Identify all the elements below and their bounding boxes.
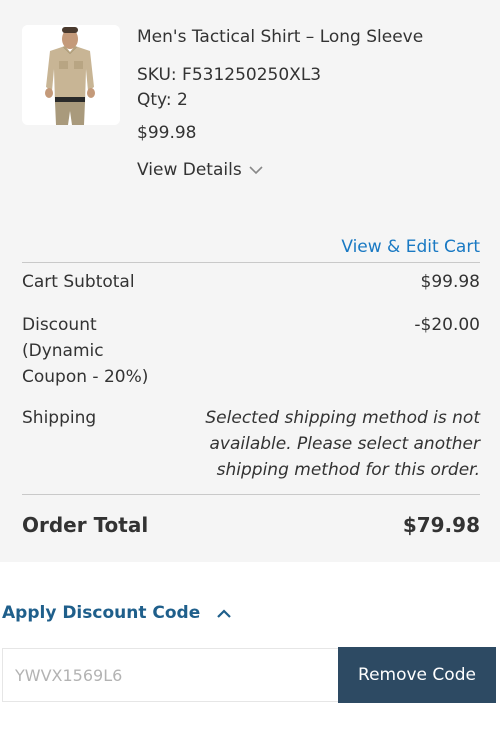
product-price: $99.98 <box>137 123 197 143</box>
chevron-down-icon <box>249 165 263 174</box>
shirt-photo-icon <box>22 25 120 125</box>
shipping-message: Selected shipping method is not availabl… <box>205 408 480 480</box>
shipping-label: Shipping <box>22 408 97 428</box>
order-total-value: $79.98 <box>402 513 480 537</box>
divider <box>22 494 480 495</box>
divider <box>22 262 480 263</box>
order-total-label: Order Total <box>22 513 149 537</box>
chevron-up-icon <box>217 608 232 618</box>
subtotal-value: $99.98 <box>420 272 480 292</box>
apply-discount-label: Apply Discount Code <box>2 603 201 623</box>
discount-value: -$20.00 <box>414 315 480 335</box>
product-qty: Qty: 2 <box>137 90 188 110</box>
view-edit-cart-link[interactable]: View & Edit Cart <box>341 237 480 257</box>
discount-label: Discount (Dynamic Coupon - 20%) <box>22 315 149 387</box>
product-name[interactable]: Men's Tactical Shirt – Long Sleeve <box>137 27 423 47</box>
view-details-label: View Details <box>137 160 242 180</box>
discount-code-input[interactable] <box>2 648 338 702</box>
subtotal-label: Cart Subtotal <box>22 272 135 292</box>
view-details-toggle[interactable]: View Details <box>137 160 263 180</box>
remove-code-button[interactable]: Remove Code <box>338 647 496 703</box>
product-image[interactable] <box>22 25 120 125</box>
order-summary-panel: Men's Tactical Shirt – Long Sleeve SKU: … <box>0 0 500 562</box>
product-sku: SKU: F531250250XL3 <box>137 65 322 85</box>
apply-discount-toggle[interactable]: Apply Discount Code <box>2 603 232 623</box>
